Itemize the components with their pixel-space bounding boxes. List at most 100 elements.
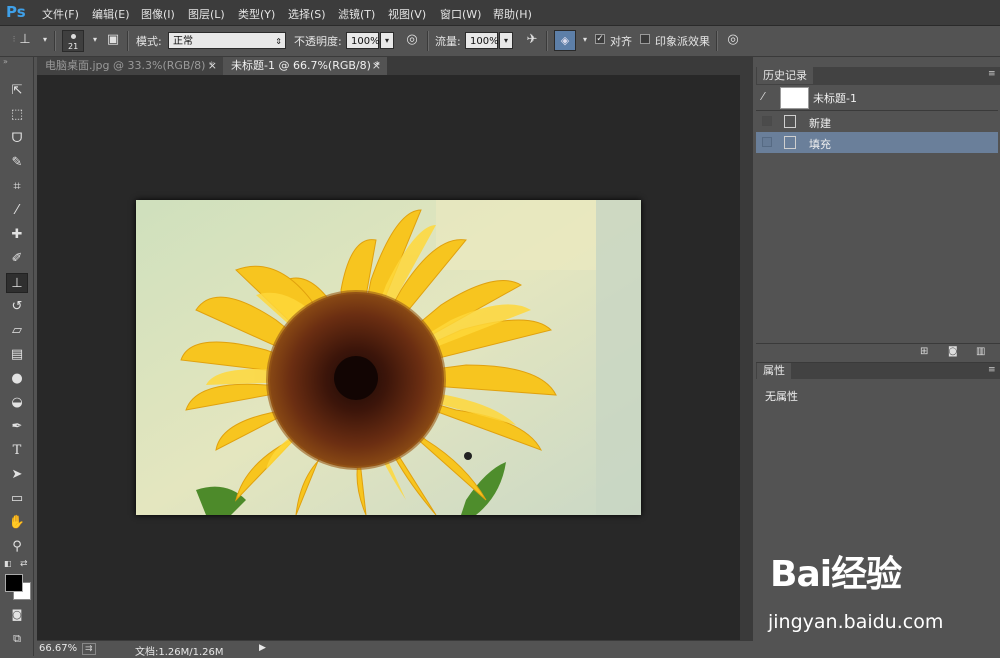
panel-menu-icon[interactable]: ≡ — [988, 365, 996, 375]
menu-image[interactable]: 图像(I) — [141, 6, 175, 22]
ps-logo: Ps — [6, 3, 26, 21]
trash-icon[interactable]: ▥ — [976, 346, 985, 357]
history-brush-tool-icon[interactable]: ↺ — [6, 297, 28, 317]
menu-window[interactable]: 窗口(W) — [440, 6, 481, 22]
tab-desktop-jpg[interactable]: 电脑桌面.jpg @ 33.3%(RGB/8) * × — [37, 57, 223, 75]
opacity-label: 不透明度: — [294, 35, 342, 48]
sample-dropdown-icon[interactable]: ▾ — [576, 31, 594, 49]
collapse-icon[interactable]: » — [3, 57, 8, 66]
menu-bar: Ps 文件(F) 编辑(E) 图像(I) 图层(L) 类型(Y) 选择(S) 滤… — [0, 0, 1000, 26]
properties-tab-bar — [756, 363, 1000, 379]
swap-colors-icon[interactable]: ⇄ — [20, 559, 28, 569]
lasso-tool-icon[interactable]: ᗜ — [6, 129, 28, 149]
snapshot-label: 未标题-1 — [813, 92, 857, 105]
history-item-new[interactable]: 新建 — [756, 111, 998, 132]
quick-select-tool-icon[interactable]: ✎ — [6, 153, 28, 173]
preset-dropdown-icon[interactable]: ▾ — [36, 31, 54, 49]
path-select-tool-icon[interactable]: ➤ — [6, 465, 28, 485]
brush-dot-icon — [71, 34, 76, 39]
history-item-fill[interactable]: 填充 — [756, 132, 998, 153]
menu-help[interactable]: 帮助(H) — [493, 6, 532, 22]
impressionist-label: 印象派效果 — [655, 35, 710, 48]
document-tabs: 电脑桌面.jpg @ 33.3%(RGB/8) * × 未标题-1 @ 66.7… — [37, 57, 753, 75]
baidu-watermark-url: jingyan.baidu.com — [768, 611, 944, 633]
zoom-tool-icon[interactable]: ⚲ — [6, 537, 28, 557]
menu-select[interactable]: 选择(S) — [288, 6, 326, 22]
tab-label: 电脑桌面.jpg @ 33.3%(RGB/8) * — [45, 59, 215, 72]
history-item-label: 新建 — [809, 117, 831, 130]
status-menu-arrow-icon[interactable]: ▶ — [259, 643, 266, 653]
marquee-tool-icon[interactable]: ⬚ — [6, 105, 28, 125]
pen-tool-icon[interactable]: ✒ — [6, 417, 28, 437]
tab-properties[interactable]: 属性 — [757, 363, 791, 379]
blur-tool-icon[interactable]: ● — [6, 369, 28, 389]
history-step-icon — [784, 136, 796, 149]
toolbox: » ⇱ ⬚ ᗜ ✎ ⌗ ⁄ ✚ ✐ ⊥ ↺ ▱ ▤ ● ◒ ✒ T ➤ ▭ ✋ … — [0, 57, 34, 656]
snapshot-thumbnail — [780, 87, 809, 109]
close-icon[interactable]: × — [372, 57, 381, 75]
default-colors-icon[interactable]: ◧ — [4, 559, 12, 568]
crop-tool-icon[interactable]: ⌗ — [6, 177, 28, 197]
vertical-scrollbar[interactable] — [740, 75, 753, 640]
eyedropper-tool-icon[interactable]: ⁄ — [6, 201, 28, 221]
eraser-tool-icon[interactable]: ▱ — [6, 321, 28, 341]
history-item-label: 填充 — [809, 138, 831, 151]
tab-history[interactable]: 历史记录 — [757, 67, 813, 84]
brush-preview[interactable]: 21 — [62, 30, 84, 52]
airbrush-icon[interactable]: ✈ — [523, 31, 541, 49]
gradient-tool-icon[interactable]: ▤ — [6, 345, 28, 365]
document-image[interactable] — [136, 200, 641, 515]
new-document-from-state-icon[interactable]: ⊞ — [920, 346, 928, 357]
clone-stamp-preset-icon[interactable]: ⊥ — [16, 31, 34, 49]
brush-size: 21 — [68, 42, 79, 51]
history-footer: ⊞ ◙ ▥ — [756, 343, 1000, 362]
menu-edit[interactable]: 编辑(E) — [92, 6, 130, 22]
history-brush-source-checkbox[interactable] — [762, 137, 772, 147]
shape-tool-icon[interactable]: ▭ — [6, 489, 28, 509]
close-icon[interactable]: × — [208, 57, 217, 75]
hand-tool-icon[interactable]: ✋ — [6, 513, 28, 533]
menu-type[interactable]: 类型(Y) — [238, 6, 275, 22]
dodge-tool-icon[interactable]: ◒ — [6, 393, 28, 413]
opacity-dropdown-icon[interactable]: ▾ — [380, 32, 394, 49]
brush-panel-icon[interactable]: ▣ — [104, 31, 122, 49]
no-properties-text: 无属性 — [765, 390, 798, 403]
mode-select[interactable]: 正常 ⇕ — [168, 32, 286, 49]
zoom-level[interactable]: 66.67% — [39, 643, 77, 654]
baidu-watermark-logo: Bai经验 — [770, 554, 902, 595]
tab-untitled-1[interactable]: 未标题-1 @ 66.7%(RGB/8) * × — [223, 57, 387, 75]
history-snapshot-row[interactable]: ⁄ 未标题-1 — [756, 85, 998, 111]
healing-brush-tool-icon[interactable]: ✚ — [6, 225, 28, 245]
history-brush-source-icon[interactable]: ⁄ — [762, 90, 764, 103]
quick-mask-icon[interactable]: ◙ — [6, 605, 28, 625]
pressure-opacity-icon[interactable]: ◎ — [403, 31, 421, 49]
status-share-icon[interactable]: ⇉ — [82, 643, 96, 655]
history-brush-source-checkbox[interactable] — [762, 116, 772, 126]
tab-label: 未标题-1 @ 66.7%(RGB/8) * — [231, 59, 380, 72]
opacity-input[interactable]: 100% — [346, 32, 380, 49]
menu-view[interactable]: 视图(V) — [388, 6, 426, 22]
clone-stamp-tool-icon[interactable]: ⊥ — [6, 273, 28, 293]
move-tool-icon[interactable]: ⇱ — [6, 81, 28, 101]
history-step-icon — [784, 115, 796, 128]
screen-mode-icon[interactable]: ⧉ — [6, 629, 28, 649]
brush-tool-icon[interactable]: ✐ — [6, 249, 28, 269]
type-tool-icon[interactable]: T — [6, 441, 28, 461]
menu-filter[interactable]: 滤镜(T) — [338, 6, 375, 22]
brush-dropdown-icon[interactable]: ▾ — [86, 31, 104, 49]
camera-icon[interactable]: ◙ — [948, 346, 958, 357]
align-checkbox[interactable]: ✓ — [595, 34, 605, 44]
updown-icon: ⇕ — [275, 37, 282, 46]
menu-layer[interactable]: 图层(L) — [188, 6, 225, 22]
sunflower-image — [136, 200, 641, 515]
panel-menu-icon[interactable]: ≡ — [988, 69, 996, 79]
status-bar: 66.67% ⇉ 文档:1.26M/1.26M ▶ — [37, 640, 753, 658]
pressure-size-icon[interactable]: ◎ — [724, 31, 742, 49]
flow-input[interactable]: 100% — [465, 32, 499, 49]
impressionist-checkbox[interactable] — [640, 34, 650, 44]
menu-file[interactable]: 文件(F) — [42, 6, 79, 22]
mode-value: 正常 — [173, 36, 193, 47]
flow-dropdown-icon[interactable]: ▾ — [499, 32, 513, 49]
foreground-color-swatch[interactable] — [5, 574, 23, 592]
sample-mode-icon[interactable]: ◈ — [554, 30, 576, 51]
